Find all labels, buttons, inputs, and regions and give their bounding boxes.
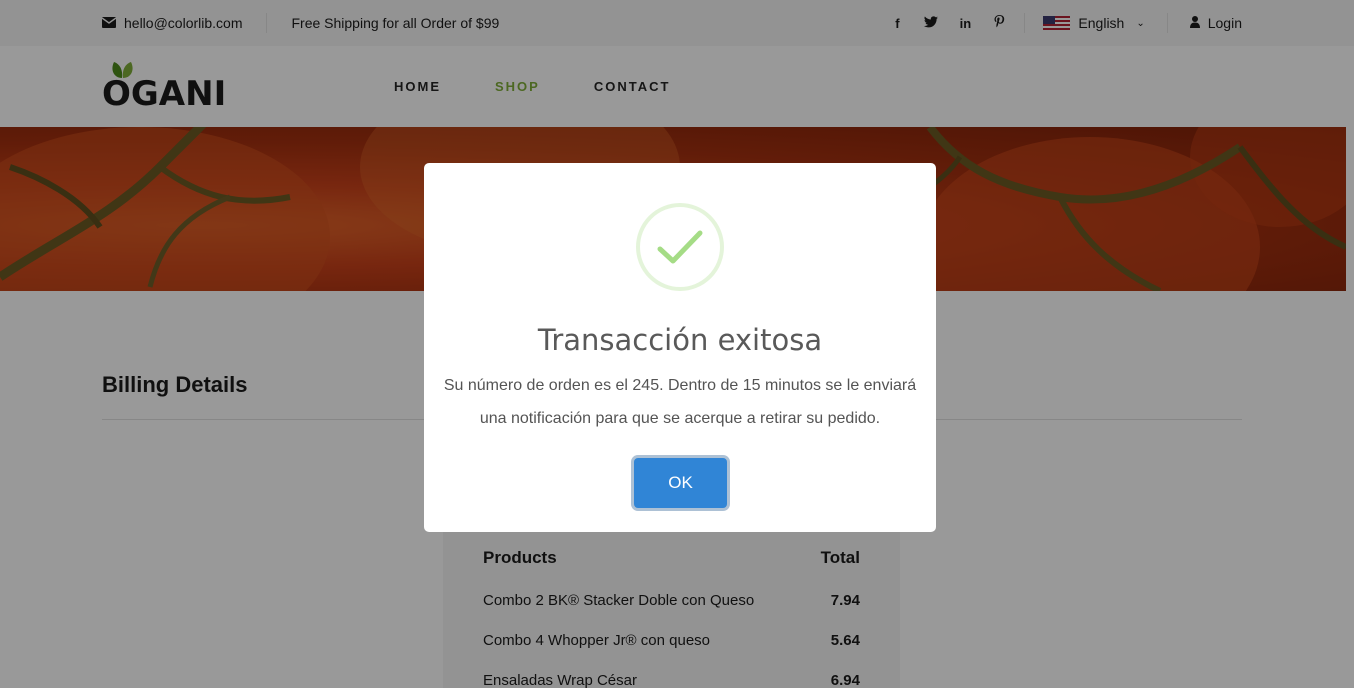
- success-dialog: Transacción exitosa Su número de orden e…: [424, 163, 936, 532]
- ok-button[interactable]: OK: [634, 458, 727, 508]
- success-check-icon: [636, 203, 724, 291]
- dialog-message: Su número de orden es el 245. Dentro de …: [443, 377, 917, 427]
- dialog-title: Transacción exitosa: [537, 323, 823, 357]
